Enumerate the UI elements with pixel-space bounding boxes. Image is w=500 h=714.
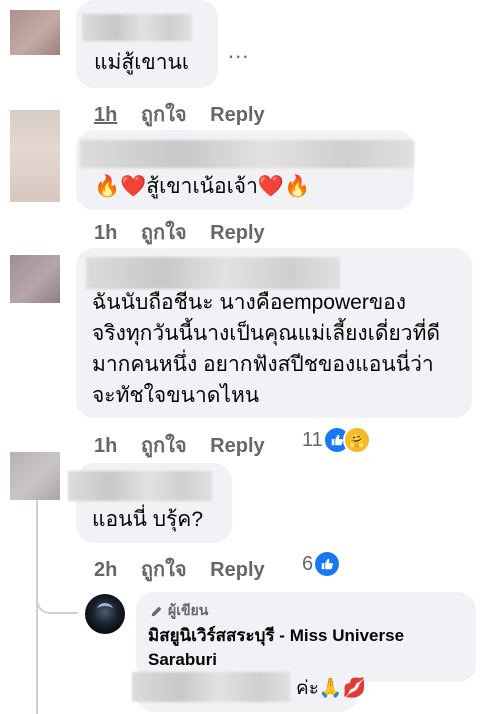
comment-text-line: จะทัชใจขนาดไหน <box>92 384 260 407</box>
reply-text-bubble: ค่ะ🙏💋 <box>132 672 366 712</box>
reaction-count: 6 <box>302 552 314 575</box>
reply-button[interactable]: Reply <box>210 222 264 245</box>
comment-bubble: ฉันนับถือชีนะ นางคือempowerของ จริงทุกวั… <box>76 248 472 418</box>
comment-text: แม่สู้เขานเ <box>94 51 190 74</box>
more-options-icon[interactable]: ... <box>228 38 249 64</box>
redacted-name <box>82 14 192 41</box>
page-avatar[interactable] <box>85 594 125 634</box>
author-badge: ผู้เขียน <box>150 600 208 622</box>
commenter-avatar[interactable] <box>10 255 60 303</box>
reply-text: ค่ะ🙏💋 <box>296 678 367 699</box>
commenter-avatar[interactable] <box>10 452 60 500</box>
comment-text-line: ฉันนับถือชีนะ นางคือempowerของ <box>92 291 407 314</box>
author-name-line: Saraburi <box>148 650 217 669</box>
reaction-count: 11 <box>302 428 323 451</box>
comment-bubble: 🔥❤️สู้เขาเน้อเจ้า❤️🔥 <box>76 130 414 210</box>
avatar-crown-icon <box>97 603 113 616</box>
like-button[interactable]: ถูกใจ <box>141 216 187 248</box>
like-button[interactable]: ถูกใจ <box>141 553 187 585</box>
redacted-name <box>68 471 212 501</box>
reply-button[interactable]: Reply <box>210 559 264 582</box>
comment-actions: 1h ถูกใจ Reply <box>94 216 283 248</box>
commenter-avatar[interactable] <box>10 10 60 55</box>
comment-bubble: แอนนี่ บรุ้ค? <box>68 463 232 543</box>
reply-button[interactable]: Reply <box>210 435 264 458</box>
comment-time[interactable]: 1h <box>94 435 117 458</box>
commenter-avatar[interactable] <box>10 110 60 202</box>
like-button[interactable]: ถูกใจ <box>141 98 187 130</box>
redacted-name <box>80 140 414 168</box>
redacted-name <box>86 257 340 289</box>
like-reaction-icon <box>313 550 342 578</box>
reply-thread-branch <box>36 574 78 614</box>
reply-bubble: ผู้เขียน มิสยูนิเวิร์สสระบุรี - Miss Uni… <box>136 592 476 682</box>
reply-button[interactable]: Reply <box>210 104 264 127</box>
comment-text: 🔥❤️สู้เขาเน้อเจ้า❤️🔥 <box>94 175 311 198</box>
comment-text: แอนนี่ บรุ้ค? <box>92 508 204 531</box>
pencil-icon <box>151 606 162 616</box>
redacted-mention <box>132 672 290 702</box>
comment-text-line: จริงทุกวันนี้นางเป็นคุณแม่เลี้ยงเดี่ยวที… <box>92 322 441 345</box>
comment-actions: 2h ถูกใจ Reply <box>94 553 283 585</box>
comment-time[interactable]: 1h <box>94 104 117 127</box>
author-badge-label: ผู้เขียน <box>168 602 209 618</box>
like-button[interactable]: ถูกใจ <box>141 429 187 461</box>
comment-text-line: มากคนหนึ่ง อยากฟังสปีชของแอนนี่ว่า <box>92 353 434 376</box>
care-reaction-icon: 🤗 <box>342 426 371 454</box>
reaction-summary[interactable]: 11 🤗 <box>302 426 371 454</box>
comment-actions: 1h ถูกใจ Reply <box>94 98 283 130</box>
comment-time[interactable]: 2h <box>94 559 117 582</box>
reply-author-name[interactable]: มิสยูนิเวิร์สสระบุรี - Miss Universe Sar… <box>148 624 404 672</box>
comment-time[interactable]: 1h <box>94 222 117 245</box>
author-name-line: มิสยูนิเวิร์สสระบุรี - Miss Universe <box>148 626 405 645</box>
comment-bubble: แม่สู้เขานเ <box>76 0 218 88</box>
reaction-summary[interactable]: 6 <box>302 550 342 578</box>
comment-actions: 1h ถูกใจ Reply <box>94 429 283 461</box>
